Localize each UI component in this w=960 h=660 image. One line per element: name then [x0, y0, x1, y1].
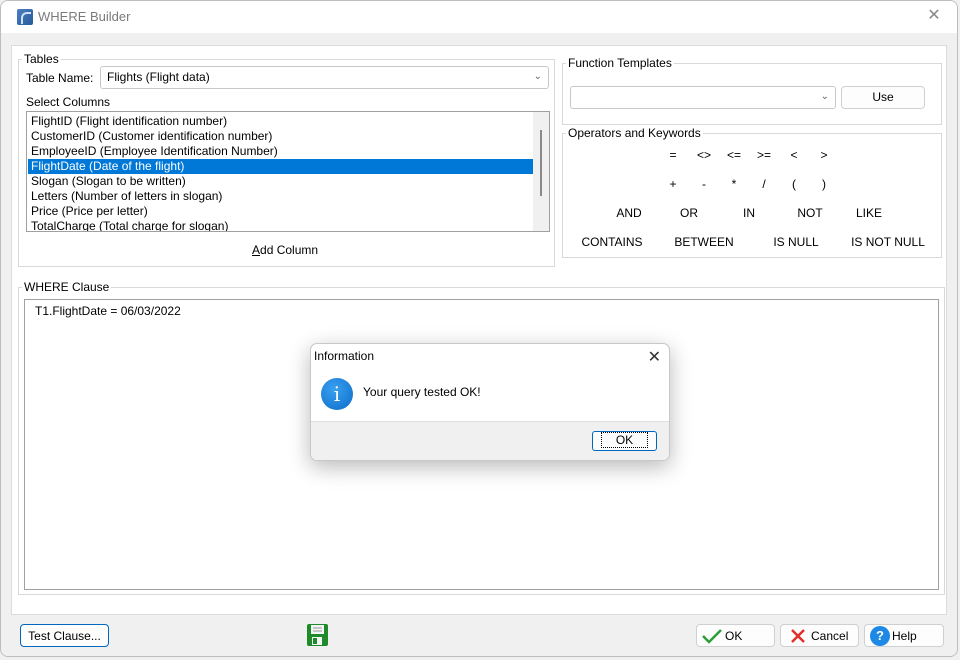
- table-name-label: Table Name:: [26, 71, 94, 85]
- add-column-label: dd Column: [260, 243, 319, 257]
- scrollbar-thumb[interactable]: [540, 130, 542, 196]
- dialog-ok-label: OK: [600, 432, 649, 448]
- select-columns-label: Select Columns: [26, 95, 111, 109]
- table-name-select[interactable]: Flights (Flight data) ⌄: [100, 66, 549, 89]
- function-templates-label: Function Templates: [568, 56, 672, 70]
- operator-button[interactable]: >: [784, 148, 864, 162]
- operator-button[interactable]: ): [784, 177, 864, 191]
- floppy-disk-icon[interactable]: [307, 624, 328, 646]
- dialog-ok-button[interactable]: OK: [592, 431, 657, 451]
- table-name-value: Flights (Flight data): [107, 70, 210, 84]
- operator-button[interactable]: LIKE: [829, 206, 909, 220]
- columns-listbox[interactable]: FlightID (Flight identification number) C…: [26, 111, 550, 232]
- column-list-item[interactable]: Price (Price per letter): [28, 204, 533, 219]
- cancel-label: Cancel: [811, 628, 849, 643]
- column-list-item[interactable]: FlightDate (Date of the flight): [28, 159, 533, 174]
- cancel-button[interactable]: Cancel: [780, 624, 859, 647]
- column-list-item[interactable]: FlightID (Flight identification number): [28, 114, 533, 129]
- checkmark-icon: [702, 628, 722, 644]
- dialog-close-icon[interactable]: ✕: [648, 347, 661, 367]
- footer-bar: Test Clause... OK Cancel ? Help: [1, 616, 957, 656]
- cancel-x-icon: [791, 628, 805, 643]
- operator-button[interactable]: CONTAINS: [572, 235, 652, 249]
- dialog-message: Your query tested OK!: [363, 385, 481, 399]
- test-clause-button[interactable]: Test Clause...: [20, 624, 109, 647]
- scrollbar[interactable]: [533, 112, 549, 231]
- ok-button[interactable]: OK: [696, 624, 775, 647]
- where-clause-label: WHERE Clause: [24, 280, 110, 294]
- tables-group-label: Tables: [24, 52, 59, 66]
- help-label: Help: [892, 628, 917, 643]
- where-clause-text: T1.FlightDate = 06/03/2022: [35, 304, 181, 318]
- use-button[interactable]: Use: [841, 86, 925, 109]
- test-clause-label: Test Clause...: [28, 628, 101, 643]
- information-dialog: Information ✕ i Your query tested OK! OK: [310, 343, 670, 461]
- operator-button[interactable]: IS NULL: [756, 235, 836, 249]
- window-title: WHERE Builder: [38, 9, 131, 24]
- column-list-item[interactable]: CustomerID (Customer identification numb…: [28, 129, 533, 144]
- operators-label: Operators and Keywords: [568, 126, 701, 140]
- chevron-down-icon: ⌄: [820, 91, 829, 102]
- columns-list: FlightID (Flight identification number) C…: [28, 114, 533, 231]
- column-list-item[interactable]: EmployeeID (Employee Identification Numb…: [28, 144, 533, 159]
- help-button[interactable]: ? Help: [864, 624, 944, 647]
- info-icon: i: [321, 378, 353, 410]
- function-templates-select[interactable]: ⌄: [570, 86, 836, 109]
- dialog-footer: OK: [311, 421, 669, 460]
- help-icon: ?: [870, 625, 890, 646]
- dialog-title: Information: [314, 349, 375, 363]
- content-area: Tables Table Name: Flights (Flight data)…: [11, 45, 947, 615]
- add-column-button[interactable]: Add Column: [252, 243, 318, 257]
- where-builder-window: WHERE Builder ✕ Tables Table Name: Fligh…: [0, 0, 958, 657]
- chevron-down-icon: ⌄: [533, 71, 542, 82]
- operator-button[interactable]: BETWEEN: [664, 235, 744, 249]
- ok-label: OK: [725, 628, 743, 643]
- column-list-item[interactable]: Slogan (Slogan to be written): [28, 174, 533, 189]
- app-icon: [17, 9, 33, 25]
- title-bar: WHERE Builder ✕: [1, 1, 957, 33]
- operator-button[interactable]: IS NOT NULL: [848, 235, 928, 249]
- column-list-item[interactable]: Letters (Number of letters in slogan): [28, 189, 533, 204]
- column-list-item[interactable]: TotalCharge (Total charge for slogan): [28, 219, 533, 231]
- close-icon[interactable]: ✕: [925, 7, 943, 25]
